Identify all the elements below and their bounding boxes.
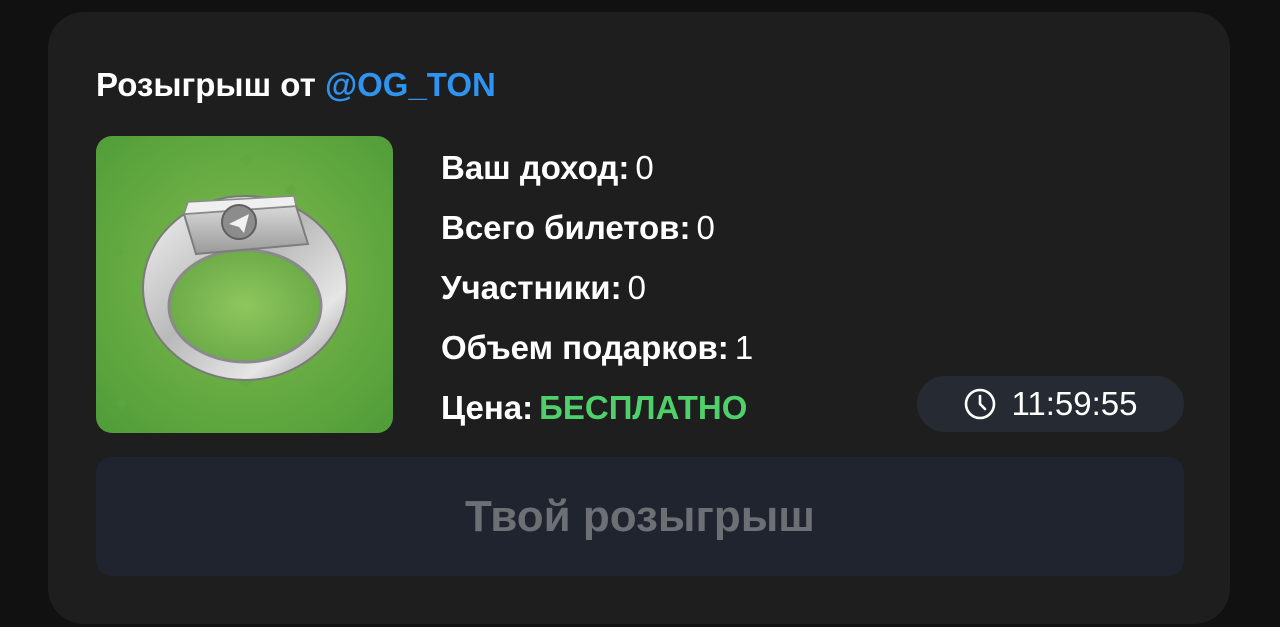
stat-income-value: 0 — [635, 149, 654, 186]
my-giveaway-button[interactable]: Твой розыгрыш — [96, 457, 1184, 576]
stat-gifts-label: Объем подарков: — [441, 329, 729, 366]
stat-tickets-value: 0 — [696, 209, 715, 246]
giveaway-title-prefix: Розыгрыш от — [96, 66, 316, 103]
channel-handle-link[interactable]: @OG_TON — [325, 66, 496, 103]
stat-tickets: Всего билетов: 0 — [441, 208, 753, 268]
my-giveaway-button-label: Твой розыгрыш — [465, 491, 815, 541]
countdown-timer-value: 11:59:55 — [1011, 385, 1138, 422]
stat-participants-label: Участники: — [441, 269, 622, 306]
giveaway-title: Розыгрыш от @OG_TON — [96, 66, 496, 104]
giveaway-stats: Ваш доход: 0 Всего билетов: 0 Участники: 0 … — [441, 148, 753, 448]
gift-image — [96, 136, 393, 433]
countdown-timer: 11:59:55 — [917, 376, 1184, 432]
stat-participants-value: 0 — [627, 269, 646, 306]
signet-ring-gift-icon — [112, 154, 382, 410]
stat-income-label: Ваш доход: — [441, 149, 630, 186]
clock-icon — [965, 388, 996, 420]
giveaway-card: Розыгрыш от @OG_TON Ваш доход: 0 Всего б… — [48, 12, 1230, 624]
stat-price-label: Цена: — [441, 389, 534, 426]
stat-price: Цена: БЕСПЛАТНО — [441, 388, 753, 448]
stat-gifts-value: 1 — [734, 329, 754, 366]
stat-income: Ваш доход: 0 — [441, 148, 753, 208]
stat-price-value: БЕСПЛАТНО — [539, 389, 748, 426]
stat-gifts: Объем подарков: 1 — [441, 328, 753, 388]
stat-participants: Участники: 0 — [441, 268, 753, 328]
stat-tickets-label: Всего билетов: — [441, 209, 691, 246]
